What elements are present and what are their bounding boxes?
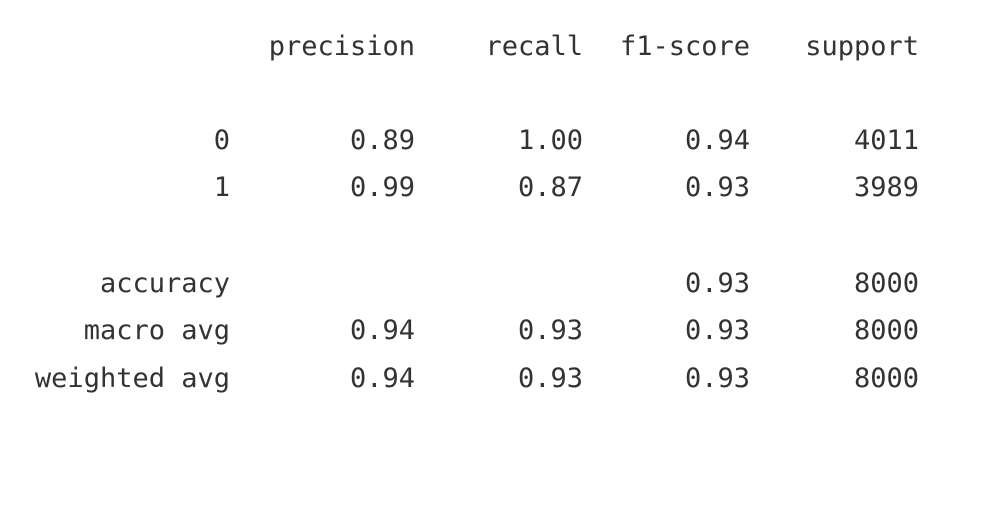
header-precision: precision (268, 31, 415, 62)
table-row-accuracy: accuracy 0.93 8000 (0, 264, 992, 304)
row-label: 1 (213, 172, 230, 203)
f1-score-value: 0.93 (684, 315, 750, 346)
precision-value: 0.94 (349, 363, 415, 394)
support-value: 8000 (853, 315, 919, 346)
row-label: weighted avg (34, 363, 230, 394)
precision-value: 0.94 (349, 315, 415, 346)
row-label: accuracy (99, 268, 230, 299)
header-f1-score: f1-score (619, 31, 750, 62)
support-value: 8000 (853, 363, 919, 394)
recall-value: 0.87 (517, 172, 583, 203)
header-row: precision recall f1-score support (0, 27, 992, 67)
table-row-class-1: 1 0.99 0.87 0.93 3989 (0, 168, 992, 208)
recall-value: 0.93 (517, 315, 583, 346)
header-recall: recall (485, 31, 583, 62)
precision-value: 0.99 (349, 172, 415, 203)
row-label: 0 (213, 125, 230, 156)
support-value: 4011 (853, 125, 919, 156)
support-value: 8000 (853, 268, 919, 299)
f1-score-value: 0.94 (684, 125, 750, 156)
row-label: macro avg (83, 315, 230, 346)
table-row-weighted-avg: weighted avg 0.94 0.93 0.93 8000 (0, 359, 992, 399)
table-row-class-0: 0 0.89 1.00 0.94 4011 (0, 121, 992, 161)
f1-score-value: 0.93 (684, 268, 750, 299)
support-value: 3989 (853, 172, 919, 203)
f1-score-value: 0.93 (684, 363, 750, 394)
recall-value: 0.93 (517, 363, 583, 394)
precision-value: 0.89 (349, 125, 415, 156)
table-row-macro-avg: macro avg 0.94 0.93 0.93 8000 (0, 311, 992, 351)
f1-score-value: 0.93 (684, 172, 750, 203)
recall-value: 1.00 (517, 125, 583, 156)
header-support: support (805, 31, 919, 62)
